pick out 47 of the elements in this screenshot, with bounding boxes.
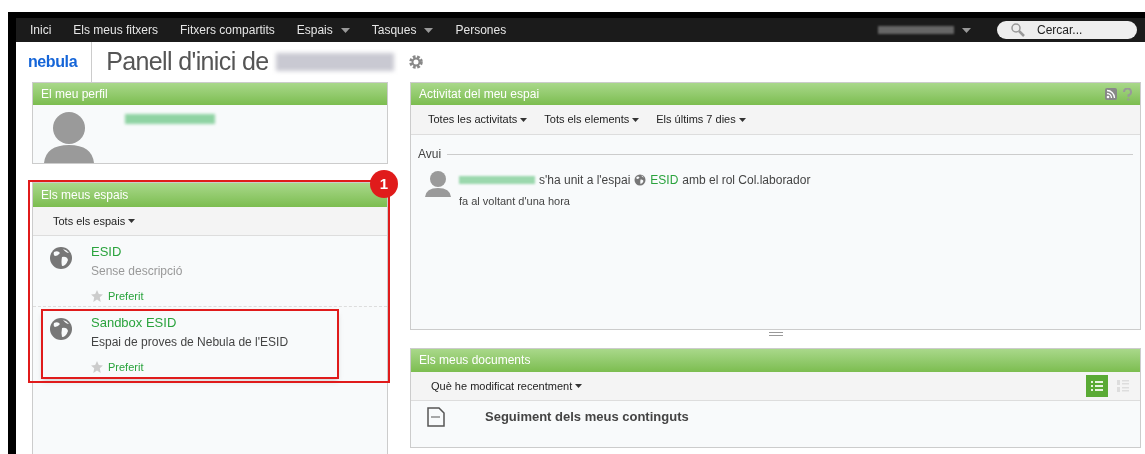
star-icon <box>91 290 103 303</box>
activity-text: amb el rol Col.laborador <box>682 172 811 189</box>
rss-icon[interactable] <box>1105 88 1117 100</box>
caret-icon <box>520 117 528 122</box>
help-icon[interactable] <box>1123 87 1132 101</box>
redacted-name[interactable] <box>878 26 954 34</box>
nav-link[interactable]: Els meus fitxers <box>73 21 159 39</box>
avatar-icon <box>43 111 95 163</box>
day-heading: Avui <box>418 146 442 163</box>
space-description: Espai de proves de Nebula de l'ESID <box>91 334 289 351</box>
resize-handle[interactable] <box>768 332 783 336</box>
caret-icon <box>340 27 350 33</box>
list-icon <box>1089 378 1105 394</box>
search-field[interactable]: Cercar... <box>997 21 1137 39</box>
caret-icon <box>575 384 583 388</box>
panel-title: Els meus documents <box>411 349 1140 372</box>
document-icon <box>427 407 445 427</box>
filter-dropdown[interactable]: Els últims 7 dies <box>656 111 746 128</box>
filter-dropdown[interactable]: Totes les activitats <box>428 111 528 128</box>
globe-icon <box>49 246 73 270</box>
filter-dropdown[interactable]: Tots els espais <box>53 212 136 230</box>
nav-link[interactable]: Persones <box>455 21 507 39</box>
caret-icon <box>738 117 746 122</box>
annotation-badge: 1 <box>370 170 398 198</box>
star-icon <box>91 361 103 374</box>
nav-link[interactable]: Fitxers compartits <box>180 21 275 39</box>
caret-icon <box>632 117 640 122</box>
globe-icon <box>634 174 647 186</box>
filter-dropdown[interactable]: Tots els elements <box>544 111 640 128</box>
caret-icon <box>128 219 136 223</box>
caret-icon[interactable] <box>962 27 971 33</box>
activity-text: s'ha unit a l'espai <box>539 172 631 189</box>
avatar-icon <box>425 171 451 197</box>
panel-title: Activitat del meu espai <box>419 86 541 103</box>
page-title: Panell d'inici de <box>106 46 269 78</box>
globe-icon <box>49 317 73 341</box>
nav-link[interactable]: Tasques <box>371 21 434 39</box>
panel-title: El meu perfil <box>33 83 387 105</box>
caret-icon <box>424 27 434 33</box>
document-title[interactable]: Seguiment dels meus continguts <box>485 407 689 427</box>
logo: nebula <box>28 52 78 72</box>
space-description: Sense descripció <box>91 263 183 280</box>
settings-icon[interactable] <box>408 54 425 70</box>
nav-link[interactable]: Espais <box>296 21 350 39</box>
nav-link[interactable]: Inici <box>30 21 52 39</box>
list-view-button[interactable] <box>1086 375 1108 397</box>
activity-time: fa al voltant d'una hora <box>459 194 571 209</box>
